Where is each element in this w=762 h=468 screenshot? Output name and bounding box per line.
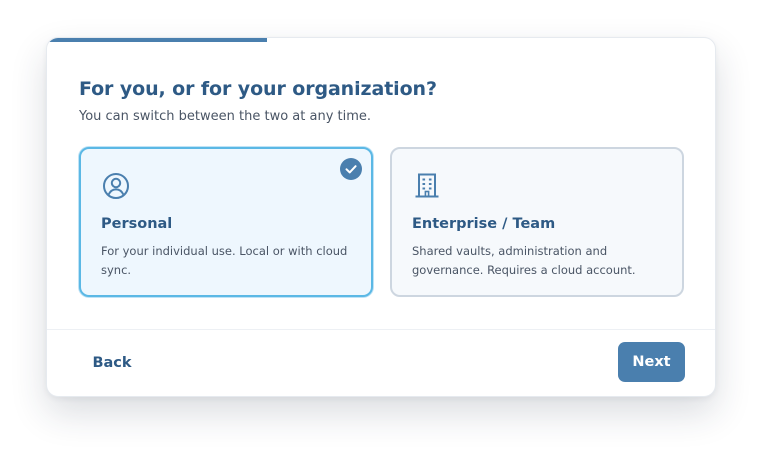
option-title: Personal [101, 216, 173, 232]
dialog-subtitle: You can switch between the two at any ti… [79, 109, 372, 124]
check-icon [340, 158, 362, 180]
option-description: Shared vaults, administration and govern… [412, 244, 636, 277]
next-button[interactable]: Next [618, 342, 685, 382]
option-card-personal[interactable]: Personal For your individual use. Local … [79, 147, 373, 297]
footer-divider [47, 329, 715, 330]
building-icon [415, 173, 439, 198]
option-card-enterprise[interactable]: Enterprise / Team Shared vaults, adminis… [390, 147, 684, 297]
option-title: Enterprise / Team [412, 216, 556, 232]
setup-dialog: For you, or for your organization? You c… [46, 37, 716, 397]
back-button[interactable]: Back [80, 343, 144, 383]
user-circle-icon [103, 173, 129, 199]
progress-bar [47, 38, 715, 42]
option-description: For your individual use. Local or with c… [101, 244, 348, 277]
dialog-title: For you, or for your organization? [79, 78, 437, 100]
progress-bar-fill [47, 38, 268, 42]
